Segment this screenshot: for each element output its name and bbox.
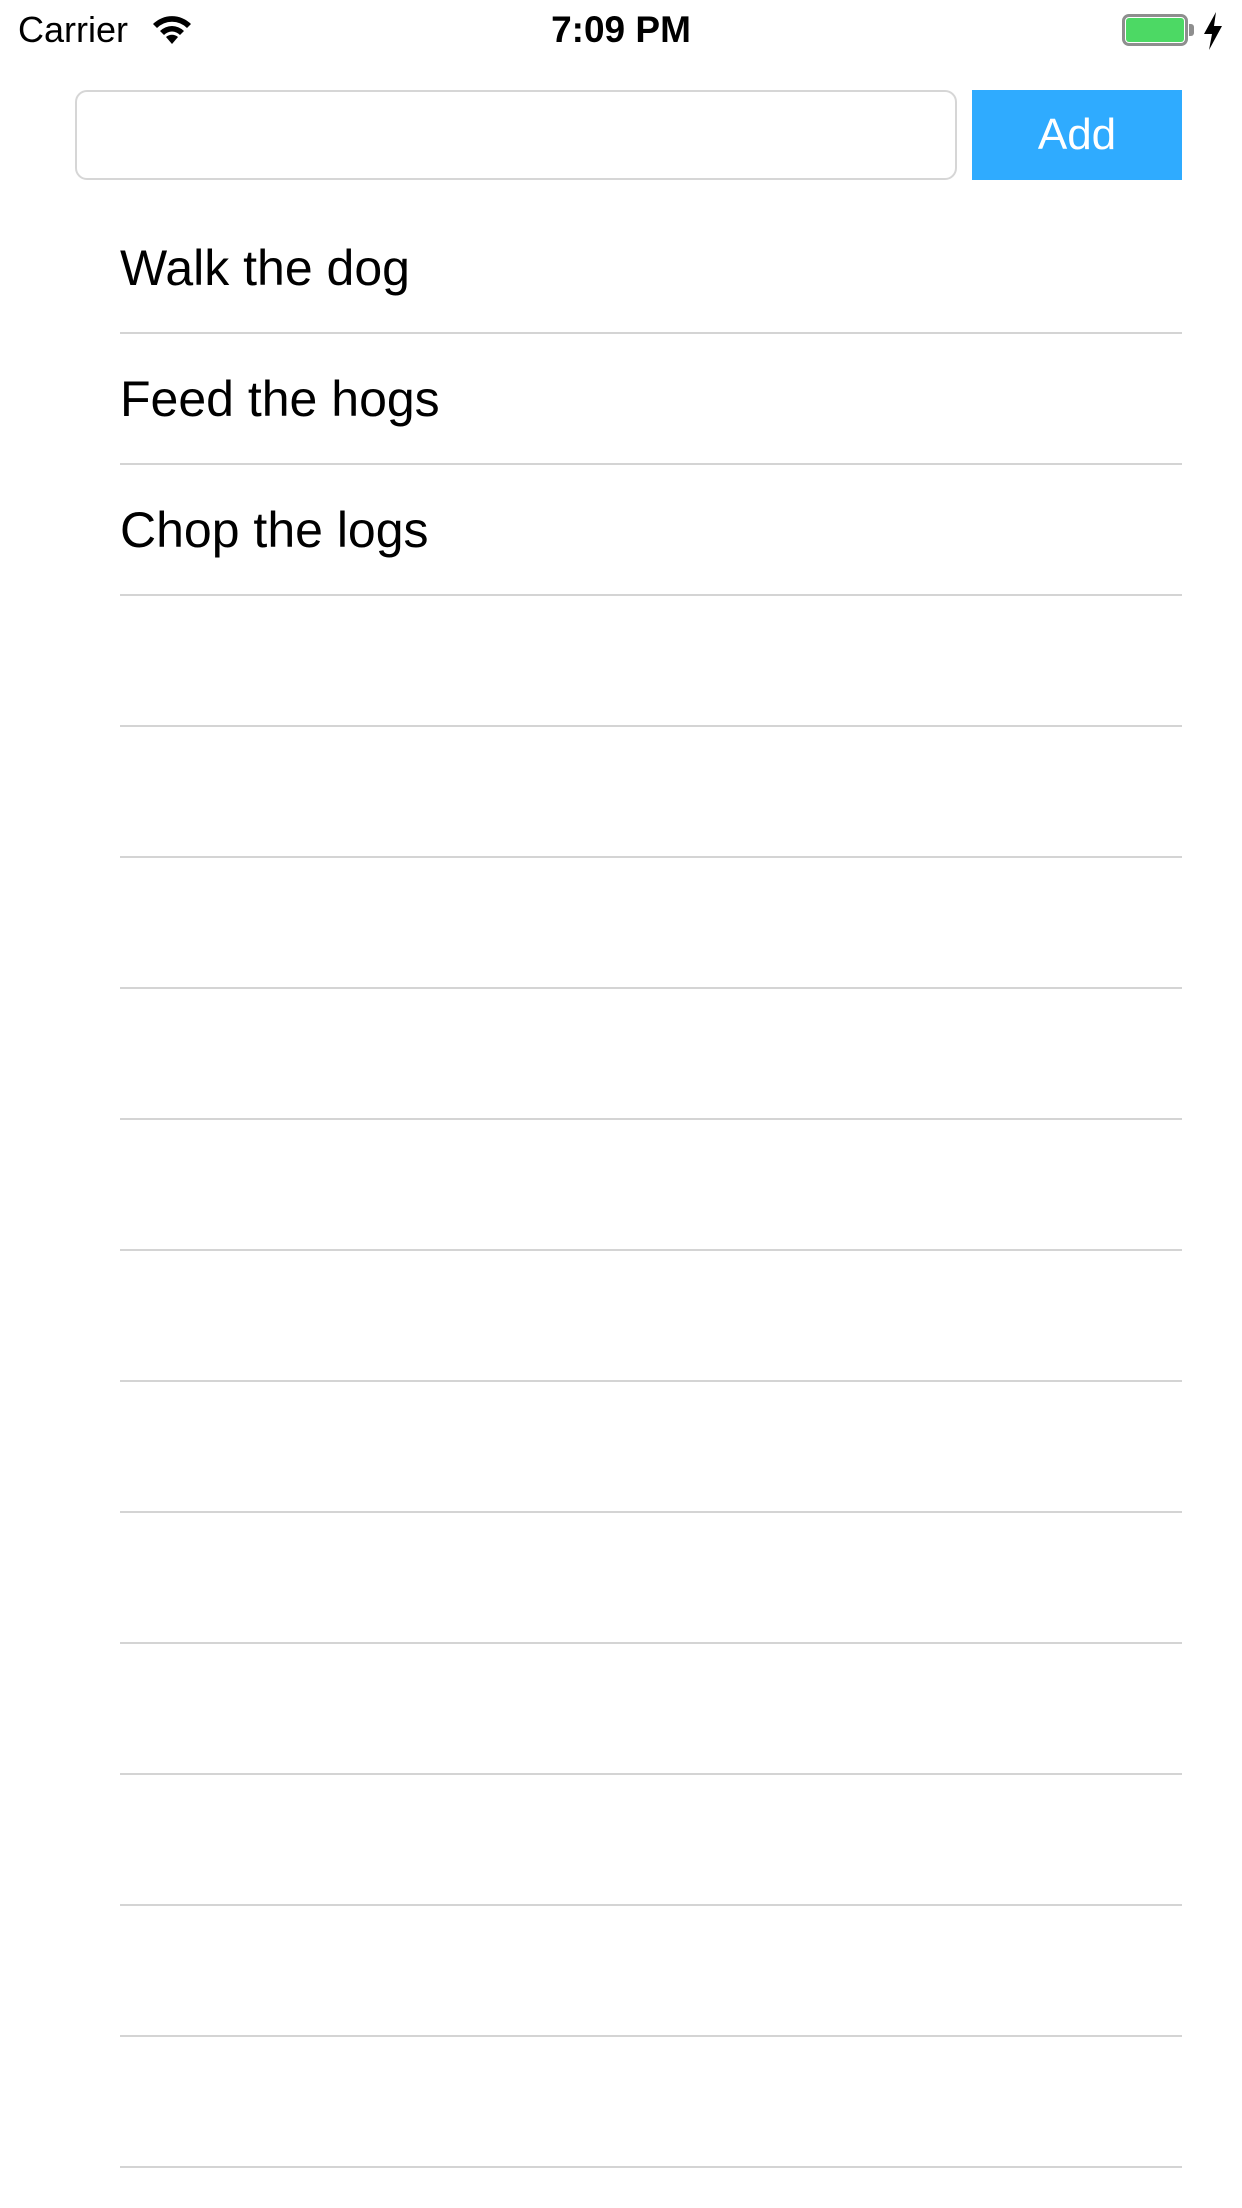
task-row[interactable] xyxy=(120,1644,1182,1775)
task-row[interactable]: Chop the logs xyxy=(120,465,1182,596)
task-row[interactable] xyxy=(120,989,1182,1120)
new-task-input[interactable] xyxy=(75,90,957,180)
task-row[interactable] xyxy=(120,1906,1182,2037)
clock: 7:09 PM xyxy=(551,9,691,50)
task-list: Walk the dog Feed the hogs Chop the logs xyxy=(120,203,1182,2168)
task-row[interactable] xyxy=(120,1775,1182,1906)
task-row[interactable] xyxy=(120,727,1182,858)
task-row[interactable] xyxy=(120,1251,1182,1382)
task-row[interactable] xyxy=(120,1513,1182,1644)
status-bar: Carrier 7:09 PM xyxy=(0,0,1242,60)
task-row[interactable] xyxy=(120,858,1182,989)
task-row[interactable] xyxy=(120,2037,1182,2168)
battery-icon xyxy=(1122,14,1194,48)
task-row[interactable]: Feed the hogs xyxy=(120,334,1182,465)
task-row[interactable]: Walk the dog xyxy=(120,203,1182,334)
add-button[interactable]: Add xyxy=(972,90,1182,180)
task-row[interactable] xyxy=(120,596,1182,727)
task-row[interactable] xyxy=(120,1120,1182,1251)
task-label: Walk the dog xyxy=(120,240,410,296)
battery-fill xyxy=(1126,18,1184,42)
task-label: Chop the logs xyxy=(120,502,429,558)
battery-cap xyxy=(1189,24,1194,36)
task-label: Feed the hogs xyxy=(120,371,440,427)
lightning-bolt-icon xyxy=(1204,12,1222,50)
task-row[interactable] xyxy=(120,1382,1182,1513)
